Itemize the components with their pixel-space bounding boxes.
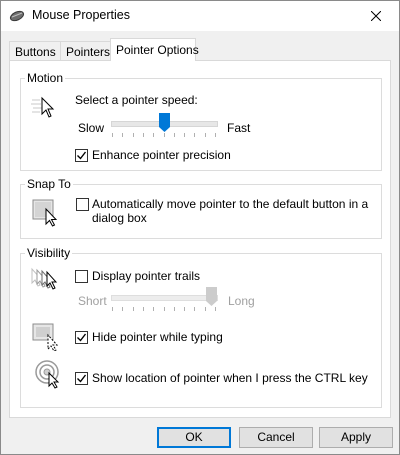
- tab-pointer-options-label: Pointer Options: [116, 43, 199, 57]
- slider-tick: [163, 133, 165, 137]
- slider-tick: [184, 133, 186, 137]
- pointer-speed-thumb[interactable]: [158, 113, 170, 133]
- trail-long-label: Long: [228, 294, 255, 308]
- slider-tick: [132, 307, 134, 311]
- slider-tick: [132, 133, 134, 137]
- checkmark-icon: [77, 333, 87, 342]
- slider-tick: [112, 133, 113, 137]
- slider-tick: [122, 133, 124, 137]
- slider-tick: [204, 133, 206, 137]
- hide-pointer-typing-label[interactable]: Hide pointer while typing: [92, 330, 223, 344]
- pointer-speed-slider[interactable]: [111, 113, 218, 139]
- slider-tick: [163, 307, 165, 311]
- tab-buttons-label: Buttons: [15, 45, 56, 59]
- speed-fast-label: Fast: [227, 121, 251, 135]
- trail-short-label: Short: [78, 294, 107, 308]
- show-location-ctrl-label[interactable]: Show location of pointer when I press th…: [92, 371, 368, 385]
- tab-pointers-label: Pointers: [66, 45, 111, 59]
- slider-tick: [153, 307, 155, 311]
- close-icon: [371, 11, 381, 21]
- enhance-precision-label[interactable]: Enhance pointer precision: [92, 148, 231, 162]
- slider-tick: [215, 133, 216, 137]
- title-bar: Mouse Properties: [1, 1, 399, 31]
- pointer-trails-label[interactable]: Display pointer trails: [92, 269, 200, 283]
- window-title: Mouse Properties: [32, 8, 130, 22]
- slider-tick: [112, 307, 113, 311]
- slider-tick: [215, 307, 216, 311]
- pointer-location-icon: [35, 360, 60, 389]
- slider-tick: [153, 133, 155, 137]
- tab-pointer-options[interactable]: Pointer Options: [110, 38, 199, 61]
- close-button[interactable]: [353, 1, 399, 31]
- snap-to-label-line2[interactable]: dialog box: [92, 211, 147, 225]
- show-location-ctrl-checkbox[interactable]: [75, 372, 88, 385]
- motion-heading: Motion: [27, 71, 64, 85]
- pointer-speed-icon: [31, 96, 55, 118]
- slider-tick: [142, 133, 144, 137]
- slider-tick: [142, 307, 144, 311]
- hide-pointer-typing-icon: [32, 323, 59, 351]
- snap-to-heading: Snap To: [27, 177, 71, 191]
- snap-to-checkbox[interactable]: [76, 198, 89, 211]
- enhance-precision-checkbox[interactable]: [75, 149, 88, 162]
- mouse-app-icon: [9, 10, 25, 22]
- speed-slow-label: Slow: [78, 121, 105, 135]
- trail-length-thumb[interactable]: [206, 287, 217, 307]
- checkmark-icon: [77, 151, 87, 160]
- pointer-options-panel: Motion Select a pointer speed: Slow Fast…: [9, 60, 391, 418]
- trail-length-slider[interactable]: [111, 287, 218, 313]
- slider-tick: [122, 307, 124, 311]
- checkmark-icon: [77, 374, 87, 383]
- snap-to-button-icon: [32, 199, 58, 227]
- mouse-properties-window: Mouse Properties Buttons Pointers Pointe…: [0, 0, 400, 455]
- trail-length-track: [111, 295, 218, 301]
- snap-to-label-line1[interactable]: Automatically move pointer to the defaul…: [92, 197, 368, 211]
- hide-pointer-typing-checkbox[interactable]: [75, 331, 88, 344]
- pointer-speed-prompt: Select a pointer speed:: [75, 93, 198, 107]
- slider-tick: [204, 307, 206, 311]
- tab-buttons[interactable]: Buttons: [9, 41, 61, 60]
- visibility-heading: Visibility: [27, 246, 71, 260]
- slider-tick: [173, 133, 175, 137]
- slider-tick: [184, 307, 186, 311]
- pointer-trails-icon: [31, 267, 58, 290]
- ok-button[interactable]: OK: [157, 427, 231, 448]
- apply-button[interactable]: Apply: [319, 427, 393, 448]
- tab-pointers[interactable]: Pointers: [60, 41, 114, 60]
- pointer-trails-checkbox[interactable]: [75, 270, 88, 283]
- slider-tick: [194, 307, 196, 311]
- cancel-button[interactable]: Cancel: [239, 427, 313, 448]
- slider-tick: [194, 133, 196, 137]
- slider-tick: [173, 307, 175, 311]
